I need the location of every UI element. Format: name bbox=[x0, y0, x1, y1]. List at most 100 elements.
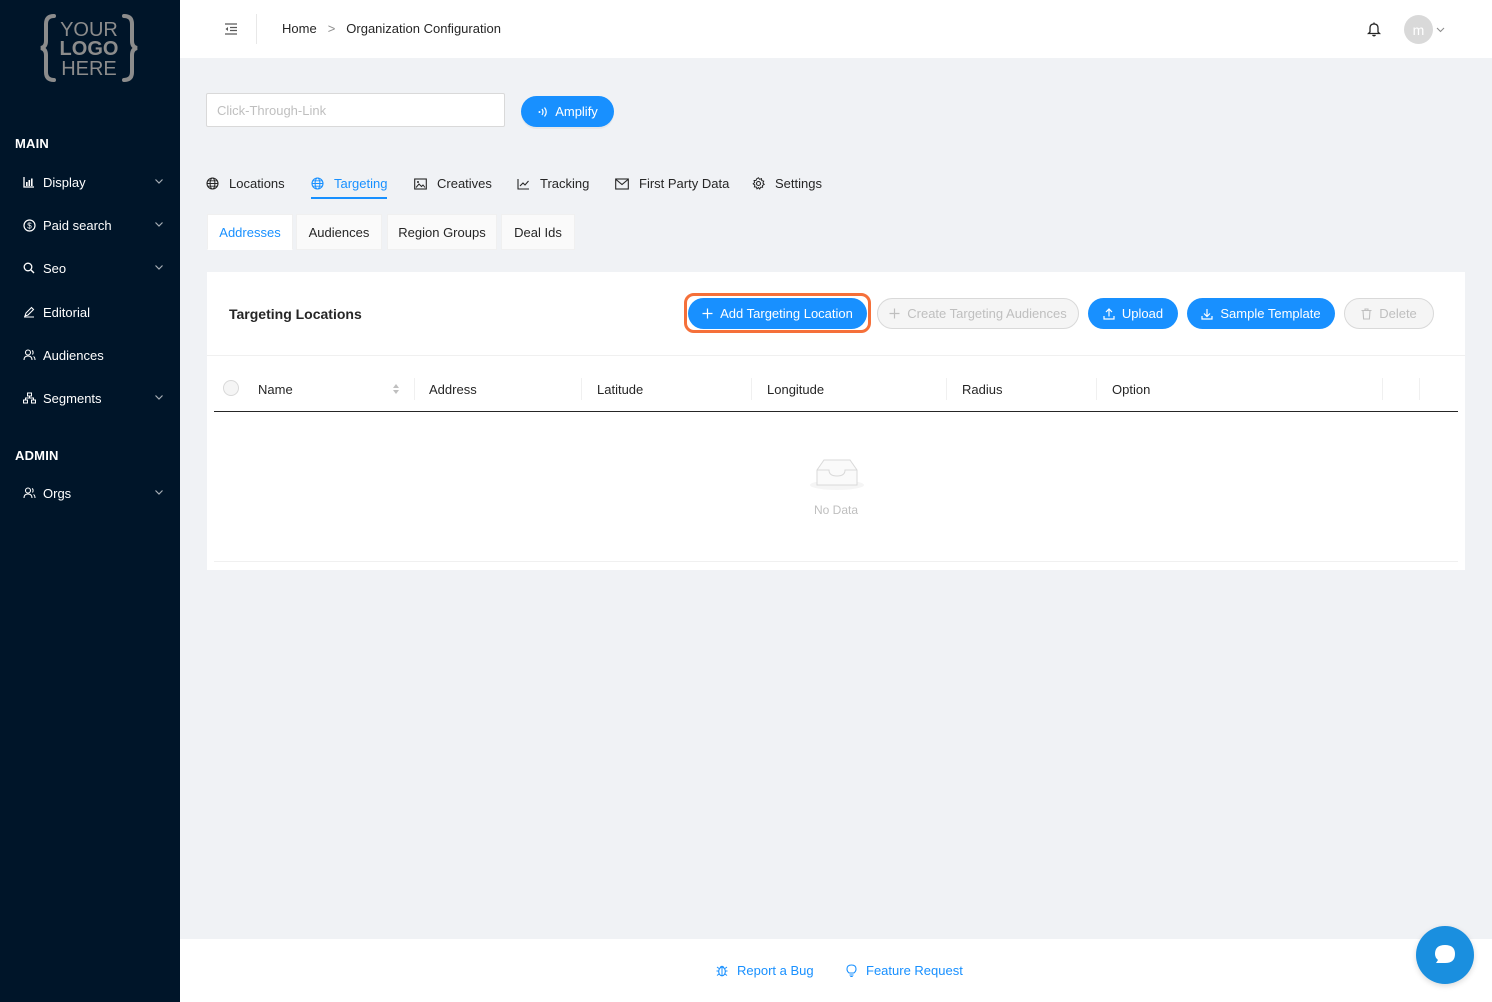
section-label-main: MAIN bbox=[15, 136, 50, 151]
upload-button[interactable]: Upload bbox=[1088, 298, 1178, 329]
tab-label: Locations bbox=[229, 176, 285, 191]
chart-icon bbox=[22, 175, 36, 189]
subtab-addresses[interactable]: Addresses bbox=[207, 214, 293, 250]
tab-label: Targeting bbox=[334, 176, 388, 191]
chevron-down-icon bbox=[155, 395, 163, 400]
column-header-address: Address bbox=[429, 382, 477, 397]
breadcrumb-home[interactable]: Home bbox=[282, 21, 317, 36]
chevron-down-icon bbox=[155, 222, 163, 227]
tab-label: First Party Data bbox=[639, 176, 730, 191]
card-header: Targeting Locations Add Targeting Locati… bbox=[207, 272, 1465, 356]
sidebar-item-label: Display bbox=[43, 174, 86, 190]
globe-icon bbox=[311, 177, 324, 190]
tab-settings[interactable]: Settings bbox=[752, 168, 822, 199]
column-divider bbox=[414, 378, 415, 400]
users-icon bbox=[22, 486, 36, 500]
avatar-initial: m bbox=[1412, 21, 1425, 38]
column-divider bbox=[581, 378, 582, 400]
sidebar-item-orgs[interactable]: Orgs bbox=[0, 475, 180, 511]
breadcrumb: Home > Organization Configuration bbox=[282, 21, 501, 36]
table-empty-state: No Data bbox=[214, 412, 1458, 562]
sidebar-item-display[interactable]: Display bbox=[0, 164, 180, 200]
feature-request-label: Feature Request bbox=[866, 963, 963, 978]
menu-fold-icon[interactable] bbox=[224, 22, 238, 36]
tab-locations[interactable]: Locations bbox=[206, 168, 285, 199]
search-icon bbox=[22, 261, 36, 275]
chat-bubble-icon bbox=[1435, 945, 1455, 963]
footer: Report a Bug Feature Request bbox=[180, 939, 1492, 1002]
tab-creatives[interactable]: Creatives bbox=[414, 168, 492, 199]
column-header-radius: Radius bbox=[962, 382, 1003, 397]
column-header-name[interactable]: Name bbox=[258, 368, 293, 411]
sidebar-item-paid-search[interactable]: $ Paid search bbox=[0, 207, 180, 243]
section-label-admin: ADMIN bbox=[15, 448, 59, 463]
button-label: Sample Template bbox=[1220, 306, 1321, 321]
bell-icon[interactable] bbox=[1367, 21, 1381, 37]
globe-icon bbox=[206, 177, 219, 190]
column-divider bbox=[1096, 378, 1097, 400]
tab-label: Tracking bbox=[540, 176, 590, 191]
create-targeting-audiences-button[interactable]: Create Targeting Audiences bbox=[877, 298, 1079, 329]
pen-icon bbox=[22, 305, 36, 319]
trash-icon bbox=[1361, 307, 1372, 320]
sample-template-button[interactable]: Sample Template bbox=[1187, 298, 1335, 329]
download-icon bbox=[1201, 308, 1213, 320]
upload-icon bbox=[1103, 307, 1115, 320]
logo: YOUR LOGO HERE bbox=[40, 14, 138, 82]
sidebar-item-label: Paid search bbox=[43, 217, 112, 233]
bulb-icon bbox=[846, 964, 857, 977]
avatar[interactable]: m bbox=[1404, 15, 1433, 44]
sidebar-item-seo[interactable]: Seo bbox=[0, 250, 180, 286]
plus-icon bbox=[702, 308, 713, 319]
column-header-longitude: Longitude bbox=[767, 382, 825, 397]
tab-ink-bar bbox=[311, 197, 387, 199]
chevron-down-icon[interactable] bbox=[1436, 25, 1445, 34]
sidebar-item-editorial[interactable]: Editorial bbox=[0, 294, 180, 330]
dollar-circle-icon: $ bbox=[22, 218, 36, 232]
svg-text:$: $ bbox=[27, 221, 32, 230]
sort-icon[interactable] bbox=[392, 383, 400, 395]
select-all-checkbox[interactable] bbox=[223, 380, 239, 396]
subtab-deal-ids[interactable]: Deal Ids bbox=[501, 214, 575, 250]
logo-line-2: LOGO bbox=[60, 38, 119, 60]
sidebar-item-segments[interactable]: Segments bbox=[0, 380, 180, 416]
column-header-latitude: Latitude bbox=[597, 382, 644, 397]
sidebar: YOUR LOGO HERE MAIN Display $ Paid searc… bbox=[0, 0, 180, 1002]
subtab-region-groups[interactable]: Region Groups bbox=[387, 214, 497, 250]
report-bug-link[interactable]: Report a Bug bbox=[716, 963, 814, 978]
tab-label: Creatives bbox=[437, 176, 492, 191]
breadcrumb-separator: > bbox=[327, 21, 336, 36]
click-through-link-input[interactable] bbox=[206, 93, 505, 127]
sidebar-item-label: Editorial bbox=[43, 304, 90, 320]
gear-icon bbox=[752, 177, 765, 190]
amplify-button[interactable]: Amplify bbox=[521, 96, 614, 127]
amplify-button-label: Amplify bbox=[555, 104, 598, 119]
tab-first-party-data[interactable]: First Party Data bbox=[615, 168, 729, 199]
cluster-icon bbox=[22, 391, 36, 405]
broadcast-icon bbox=[538, 106, 548, 117]
mail-icon bbox=[615, 177, 629, 190]
delete-button[interactable]: Delete bbox=[1344, 298, 1434, 329]
sidebar-item-label: Audiences bbox=[43, 347, 104, 363]
picture-icon bbox=[414, 177, 427, 190]
sidebar-item-label: Orgs bbox=[43, 485, 72, 501]
feature-request-link[interactable]: Feature Request bbox=[846, 963, 963, 978]
chat-launcher-button[interactable] bbox=[1416, 926, 1474, 984]
logo-line-3: HERE bbox=[61, 58, 117, 80]
add-targeting-location-button[interactable]: Add Targeting Location bbox=[688, 298, 867, 329]
chevron-down-icon bbox=[155, 179, 163, 184]
button-label: Upload bbox=[1121, 306, 1164, 321]
button-label: Add Targeting Location bbox=[720, 306, 853, 321]
users-icon bbox=[22, 348, 36, 362]
column-header-option: Option bbox=[1112, 382, 1151, 397]
bug-icon bbox=[716, 965, 728, 977]
subtab-audiences[interactable]: Audiences bbox=[296, 214, 382, 250]
empty-inbox-icon bbox=[810, 459, 864, 490]
tab-tracking[interactable]: Tracking bbox=[517, 168, 589, 199]
sidebar-item-audiences[interactable]: Audiences bbox=[0, 337, 180, 373]
tab-targeting[interactable]: Targeting bbox=[311, 168, 387, 199]
header-divider bbox=[256, 14, 257, 44]
targeting-locations-card: Targeting Locations Add Targeting Locati… bbox=[207, 272, 1465, 570]
column-divider bbox=[946, 378, 947, 400]
top-header: Home > Organization Configuration m bbox=[180, 0, 1492, 58]
